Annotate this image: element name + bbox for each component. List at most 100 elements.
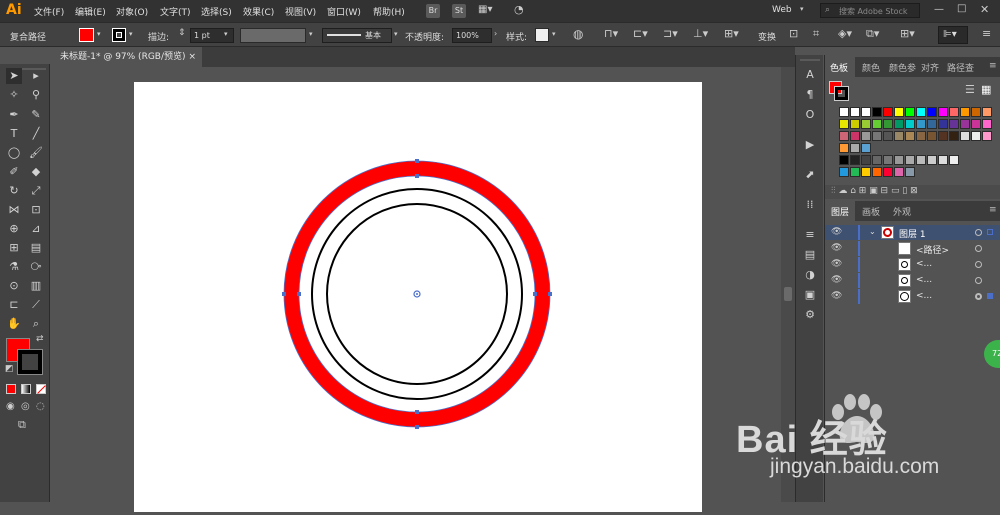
gradient-mode-icon[interactable] — [21, 384, 31, 394]
swatch[interactable] — [916, 107, 926, 117]
workspace-switcher[interactable]: Web — [772, 5, 792, 15]
pen-tool-icon[interactable]: ✒ — [6, 107, 22, 123]
perspective-grid-icon[interactable]: ⊿ — [28, 221, 44, 237]
swatch[interactable] — [894, 119, 904, 129]
stroke-panel-icon[interactable]: ≡ — [802, 227, 818, 243]
tab-artboards[interactable]: 画板 — [862, 205, 880, 218]
swatch[interactable] — [982, 119, 992, 129]
chevron-down-icon[interactable]: ▾ — [129, 30, 133, 38]
swatch[interactable] — [938, 155, 948, 165]
selection-indicator[interactable] — [987, 293, 993, 299]
chevron-down-icon[interactable]: ▾ — [552, 30, 556, 38]
close-window-icon[interactable]: ✕ — [980, 3, 989, 16]
swatch[interactable] — [949, 131, 959, 141]
panel-stroke-swatch[interactable] — [834, 86, 849, 101]
panel-menu-icon[interactable]: ≡ — [989, 205, 997, 215]
swatch[interactable] — [839, 107, 849, 117]
align-to-icon[interactable]: ⊏▾ — [633, 27, 648, 40]
sublayer-name[interactable]: <路径> — [916, 243, 949, 256]
shape-builder-icon[interactable]: ⊕ — [6, 221, 22, 237]
swatch[interactable] — [839, 155, 849, 165]
magic-wand-icon[interactable]: ✧ — [6, 87, 22, 103]
shaper-tool-icon[interactable]: ✐ — [6, 164, 22, 180]
align-icon[interactable]: ⊓▾ — [604, 27, 618, 40]
selection-tool-icon[interactable]: ➤ — [6, 68, 22, 84]
brush-definition[interactable]: 基本 — [322, 28, 392, 43]
ellipse-tool-icon[interactable]: ◯ — [6, 145, 22, 161]
swatch[interactable] — [938, 107, 948, 117]
paintbrush-icon[interactable]: 🖌 — [28, 145, 44, 161]
visibility-eye-icon[interactable]: 👁 — [831, 275, 842, 285]
graph-tool-icon[interactable]: ▥ — [28, 278, 44, 294]
symbols-panel-icon[interactable]: ⚙ — [802, 307, 818, 323]
zoom-tool-icon[interactable]: ⌕ — [28, 316, 44, 332]
line-tool-icon[interactable]: ╱ — [28, 126, 44, 142]
swatch[interactable] — [883, 119, 893, 129]
menu-file[interactable]: 文件(F) — [34, 5, 64, 18]
swatch[interactable] — [861, 167, 871, 177]
visibility-eye-icon[interactable]: 👁 — [831, 243, 842, 253]
swatch[interactable] — [982, 107, 992, 117]
swatch[interactable] — [927, 155, 937, 165]
document-tab[interactable]: 未标题-1* @ 97% (RGB/预览) × — [50, 47, 202, 67]
maximize-icon[interactable]: □ — [957, 3, 966, 14]
stroke-swatch[interactable] — [112, 28, 126, 42]
swatch[interactable] — [839, 167, 849, 177]
swatch[interactable] — [960, 131, 970, 141]
none-mode-icon[interactable] — [36, 384, 46, 394]
eyedropper-icon[interactable]: ⚗ — [6, 259, 22, 275]
swatch[interactable] — [839, 143, 849, 153]
swatch[interactable] — [894, 155, 904, 165]
width-tool-icon[interactable]: ⋈ — [6, 202, 22, 218]
swatch[interactable] — [916, 131, 926, 141]
lasso-icon[interactable]: ⚲ — [28, 87, 44, 103]
target-icon[interactable] — [975, 277, 982, 284]
chevron-down-icon[interactable]: ▾ — [309, 30, 313, 38]
menu-window[interactable]: 窗口(W) — [327, 5, 361, 18]
type-tool-icon[interactable]: T — [6, 126, 22, 142]
canvas-area[interactable] — [50, 67, 795, 512]
swatch[interactable] — [850, 143, 860, 153]
swatch[interactable] — [949, 119, 959, 129]
isolate-icon[interactable]: ⊡ — [789, 27, 798, 40]
swatch[interactable] — [883, 155, 893, 165]
distribute-h-icon[interactable]: ⊞▾ — [724, 27, 739, 40]
sublayer-name[interactable]: <... — [916, 291, 932, 301]
color-mode-icon[interactable] — [6, 384, 16, 394]
swatch[interactable] — [894, 131, 904, 141]
export-icon[interactable]: ⬈ — [802, 167, 818, 183]
swatch[interactable] — [839, 119, 849, 129]
swatch[interactable] — [850, 131, 860, 141]
recolor-icon[interactable]: ◍ — [573, 27, 583, 41]
sublayer-row[interactable]: 👁 <... — [825, 257, 1000, 272]
chevron-down-icon[interactable]: ▾ — [97, 30, 101, 38]
swatch[interactable] — [938, 131, 948, 141]
opentype-panel-icon[interactable]: O — [802, 107, 818, 123]
fill-swatch[interactable] — [79, 28, 94, 42]
swatch[interactable] — [916, 155, 926, 165]
symbol-sprayer-icon[interactable]: ⊙ — [6, 278, 22, 294]
tab-color-guide[interactable]: 颜色参 — [889, 61, 916, 74]
sublayer-row[interactable]: 👁 <... — [825, 273, 1000, 288]
swatch[interactable] — [960, 107, 970, 117]
swatch[interactable] — [872, 167, 882, 177]
chevron-down-icon[interactable]: ▾ — [394, 30, 398, 38]
align-bottom-icon[interactable]: ⊥▾ — [693, 27, 708, 40]
draw-inside-icon[interactable]: ◌ — [36, 401, 45, 412]
gradient-tool-icon[interactable]: ▤ — [28, 240, 44, 256]
menu-view[interactable]: 视图(V) — [285, 5, 316, 18]
arrange-docs-icon[interactable]: ▦▾ — [478, 4, 492, 15]
minimize-icon[interactable]: — — [934, 4, 944, 15]
selection-indicator[interactable] — [987, 229, 993, 235]
actions-play-icon[interactable]: ▶ — [802, 137, 818, 153]
swatch[interactable] — [949, 155, 959, 165]
opacity-field[interactable]: 100% — [452, 28, 492, 43]
swatch[interactable] — [894, 107, 904, 117]
swatch[interactable] — [971, 119, 981, 129]
tab-pathfinder[interactable]: 路径查 — [947, 61, 974, 74]
screen-mode-icon[interactable]: ⧉ — [18, 418, 26, 432]
tab-color[interactable]: 颜色 — [862, 61, 880, 74]
list-view-icon[interactable]: ☰ — [965, 83, 975, 96]
grid-dots-icon[interactable]: ⁞⁞ — [802, 197, 818, 213]
swap-colors-icon[interactable]: ⇄ — [36, 334, 44, 344]
